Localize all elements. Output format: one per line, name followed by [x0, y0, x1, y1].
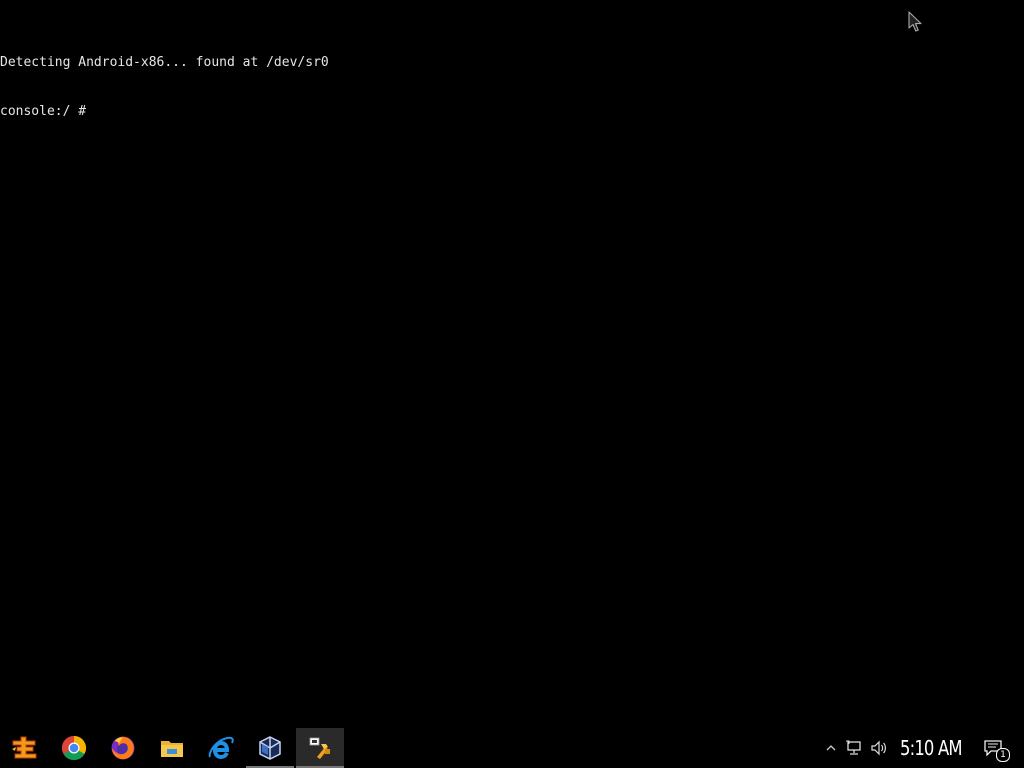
mouse-pointer-icon [908, 11, 922, 32]
taskbar-ie-button[interactable] [197, 728, 245, 768]
volume-button[interactable] [870, 740, 888, 756]
taskbar-virtualbox-button[interactable] [246, 728, 294, 768]
firefox-icon [111, 736, 135, 760]
taskbar-clock[interactable]: 5:10 AM [900, 736, 962, 760]
virtualbox-icon [259, 736, 281, 760]
text-cursor [94, 103, 102, 117]
chevron-up-icon [826, 745, 836, 751]
notification-count-badge: 1 [996, 748, 1010, 762]
taskbar-tools-button[interactable] [296, 728, 344, 768]
network-icon [846, 740, 861, 755]
folder-icon [161, 741, 183, 757]
show-hidden-icons-button[interactable] [822, 740, 840, 756]
taskbar-chrome-button[interactable] [50, 728, 98, 768]
console-line: Detecting Android-x86... found at /dev/s… [0, 55, 329, 70]
chrome-icon [61, 736, 87, 761]
console-prompt-line[interactable]: console:/ # [0, 103, 1024, 119]
console-output[interactable]: Detecting Android-x86... found at /dev/s… [0, 23, 1024, 623]
start-button[interactable] [0, 728, 48, 768]
speaker-icon [871, 740, 886, 756]
network-button[interactable] [846, 740, 864, 756]
ie-icon [208, 736, 234, 760]
system-tray: 5:10 AM [820, 728, 1024, 768]
taskbar-firefox-button[interactable] [99, 728, 147, 768]
vm-screen[interactable]: Detecting Android-x86... found at /dev/s… [0, 0, 1024, 768]
taskbar-file-explorer-button[interactable] [148, 728, 196, 768]
tools-icon [309, 737, 330, 759]
orange-start-icon [12, 736, 37, 759]
console-prompt: console:/ # [0, 104, 94, 119]
taskbar: 5:10 AM [0, 728, 1024, 768]
